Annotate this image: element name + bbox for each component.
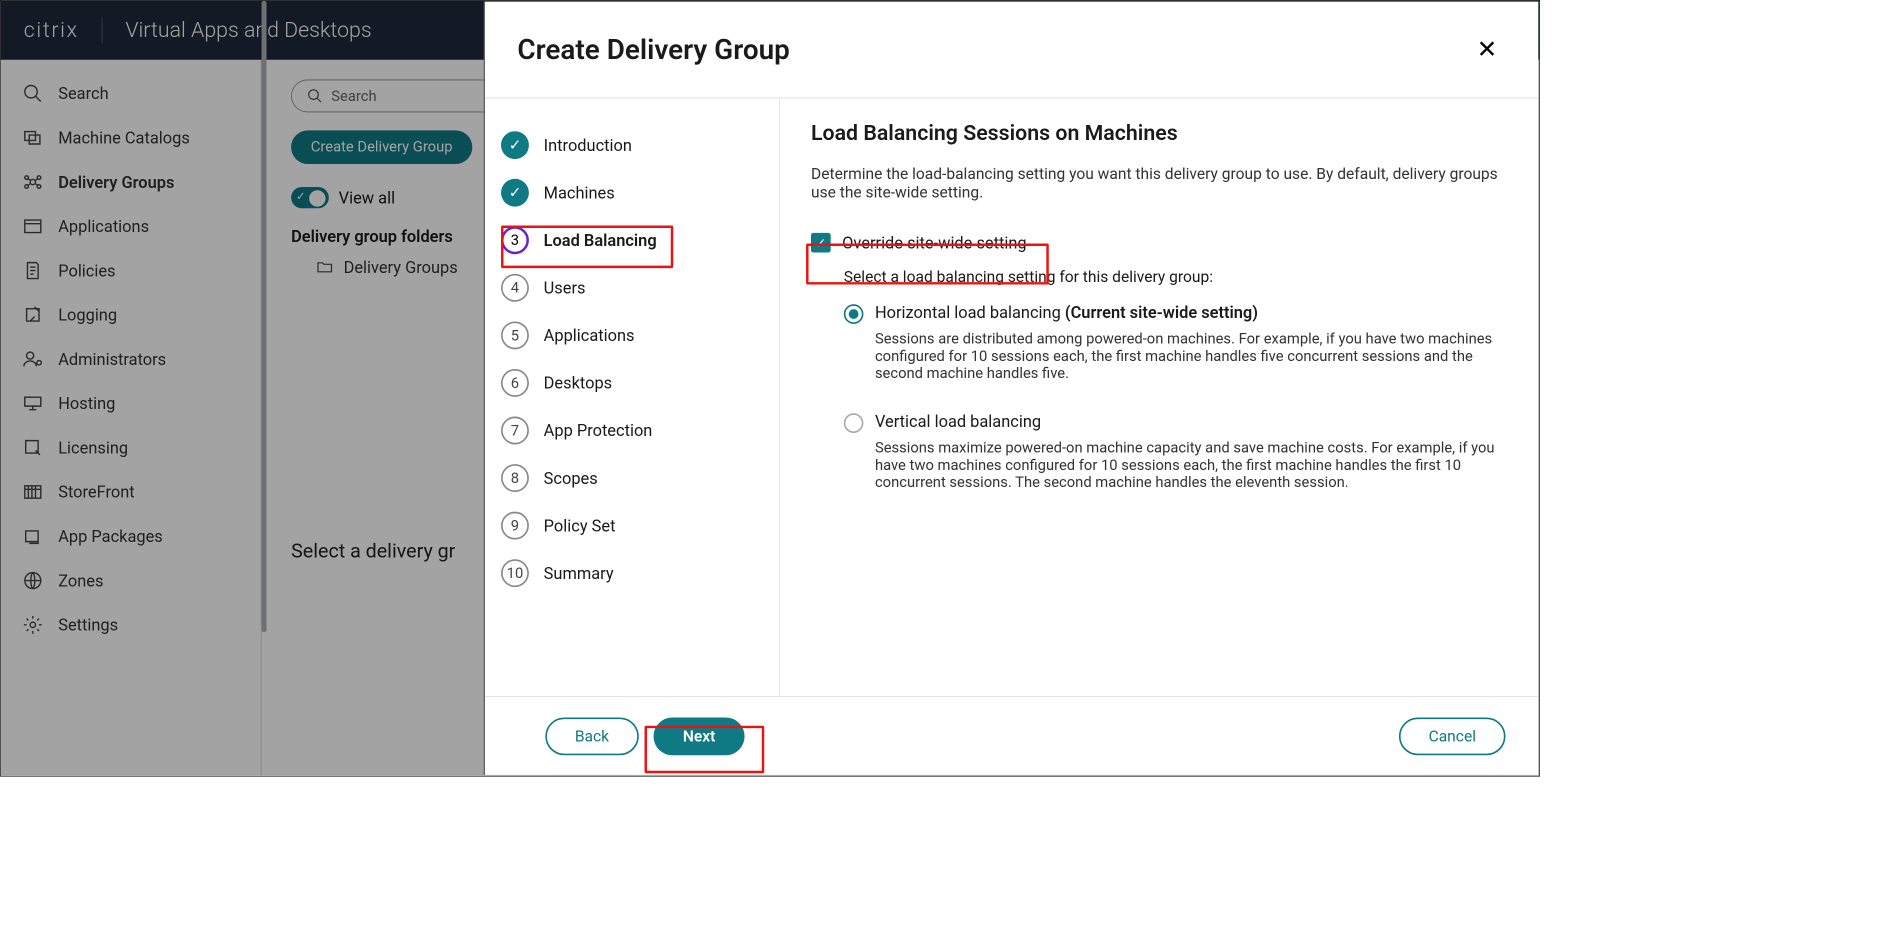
content-description: Determine the load-balancing setting you… [811, 164, 1506, 202]
cancel-button[interactable]: Cancel [1399, 717, 1505, 755]
content-heading: Load Balancing Sessions on Machines [811, 121, 1506, 146]
check-icon: ✓ [501, 179, 529, 207]
step-number: 7 [501, 417, 529, 445]
override-label: Override site-wide setting [842, 233, 1026, 253]
radio-label: Horizontal load balancing [875, 303, 1061, 323]
step-introduction[interactable]: ✓ Introduction [494, 121, 762, 169]
step-app-protection[interactable]: 7 App Protection [494, 407, 762, 455]
step-label: Machines [544, 183, 615, 203]
select-setting-prompt: Select a load balancing setting for this… [844, 267, 1506, 286]
back-button[interactable]: Back [545, 717, 638, 755]
close-icon[interactable]: ✕ [1477, 35, 1498, 64]
check-icon: ✓ [501, 131, 529, 159]
step-machines[interactable]: ✓ Machines [494, 169, 762, 217]
wizard-steps: ✓ Introduction ✓ Machines 3 Load Balanci… [485, 98, 780, 696]
step-label: Load Balancing [544, 230, 657, 250]
step-number: 5 [501, 321, 529, 349]
radio-selected-icon [844, 304, 864, 324]
radio-vertical[interactable]: Vertical load balancing Sessions maximiz… [844, 407, 1506, 516]
step-label: App Protection [544, 421, 653, 441]
step-number: 10 [501, 559, 529, 587]
checkbox-checked-icon: ✓ [811, 233, 831, 253]
step-number: 9 [501, 512, 529, 540]
step-label: Scopes [544, 468, 598, 488]
radio-unselected-icon [844, 413, 864, 433]
step-load-balancing[interactable]: 3 Load Balancing [494, 216, 762, 264]
radio-label: Vertical load balancing [875, 412, 1041, 432]
step-number: 8 [501, 464, 529, 492]
radio-description: Sessions are distributed among powered-o… [875, 330, 1506, 382]
modal-content: Load Balancing Sessions on Machines Dete… [780, 98, 1538, 696]
step-label: Policy Set [544, 516, 616, 536]
step-number: 3 [501, 226, 529, 254]
step-label: Users [544, 278, 586, 298]
radio-suffix: (Current site-wide setting) [1065, 303, 1258, 323]
step-label: Desktops [544, 373, 612, 393]
step-label: Applications [544, 326, 635, 346]
radio-description: Sessions maximize powered-on machine cap… [875, 440, 1506, 492]
step-policy-set[interactable]: 9 Policy Set [494, 502, 762, 550]
step-summary[interactable]: 10 Summary [494, 549, 762, 597]
step-number: 6 [501, 369, 529, 397]
override-checkbox-row[interactable]: ✓ Override site-wide setting [811, 228, 1506, 258]
step-applications[interactable]: 5 Applications [494, 312, 762, 360]
radio-horizontal[interactable]: Horizontal load balancing (Current site-… [844, 298, 1506, 407]
step-users[interactable]: 4 Users [494, 264, 762, 312]
modal-title: Create Delivery Group [517, 33, 789, 66]
step-label: Introduction [544, 135, 632, 155]
create-delivery-group-modal: Create Delivery Group ✕ ✓ Introduction ✓… [484, 2, 1539, 775]
step-scopes[interactable]: 8 Scopes [494, 454, 762, 502]
next-button[interactable]: Next [653, 717, 745, 755]
step-number: 4 [501, 274, 529, 302]
step-desktops[interactable]: 6 Desktops [494, 359, 762, 407]
modal-footer: Back Next Cancel [485, 696, 1539, 775]
step-label: Summary [544, 563, 614, 583]
